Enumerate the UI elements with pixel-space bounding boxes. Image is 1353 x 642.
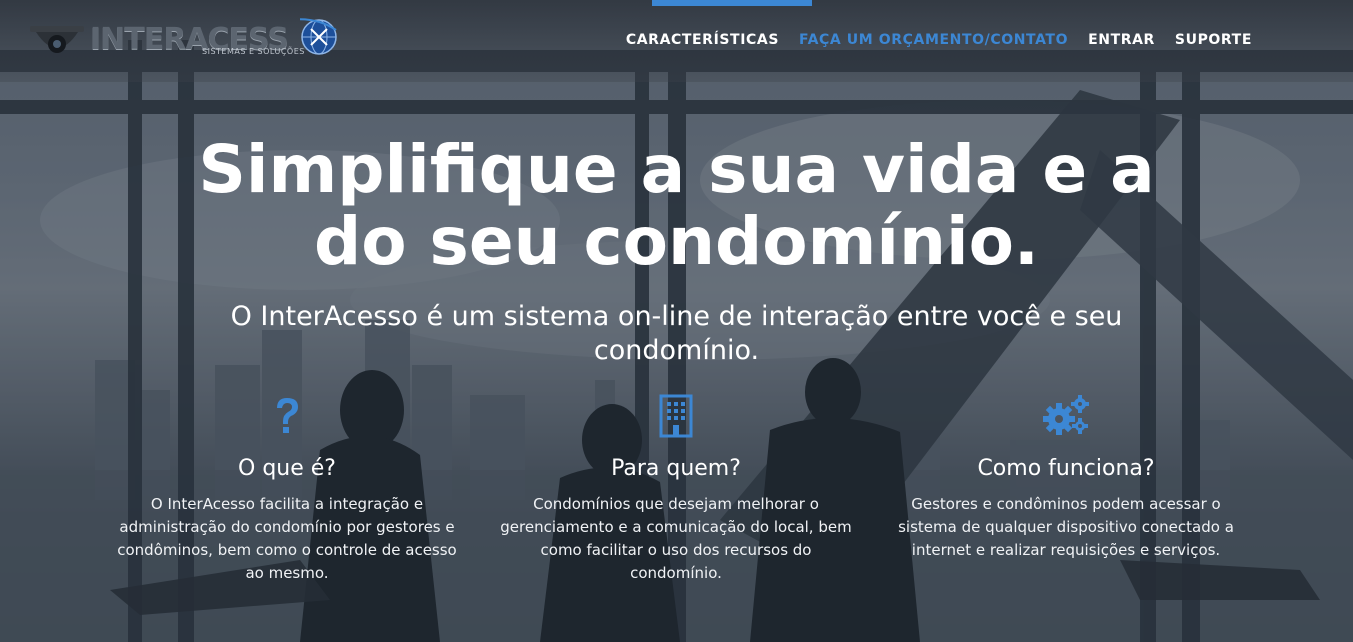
nav-item-entrar[interactable]: ENTRAR — [1088, 32, 1155, 48]
hero-subtitle: O InterAcesso é um sistema on-line de in… — [230, 301, 1123, 366]
feature-how-it-works: Como funciona? Gestores e condôminos pod… — [886, 392, 1246, 562]
feature-title: Como funciona? — [977, 456, 1155, 481]
feature-description: O InterAcesso facilita a integração e ad… — [117, 495, 457, 582]
feature-description: Condomínios que desejam melhorar o geren… — [500, 495, 852, 582]
feature-title: O que é? — [238, 456, 336, 481]
nav-item-orcamento-contato[interactable]: FAÇA UM ORÇAMENTO/CONTATO — [799, 32, 1068, 48]
hero-title-line-1: Simplifique a sua vida e a — [198, 131, 1155, 208]
active-nav-indicator — [652, 0, 812, 6]
feature-description: Gestores e condôminos podem acessar o si… — [898, 495, 1234, 559]
brand-tagline: SISTEMAS E SOLUÇÕES — [202, 47, 305, 56]
hero-title: Simplifique a sua vida e a do seu condom… — [0, 134, 1353, 278]
feature-for-whom: Para quem? Condomínios que desejam melho… — [496, 392, 856, 585]
question-icon — [107, 392, 467, 440]
gears-icon — [886, 392, 1246, 440]
brand-logo[interactable]: INTERACESS SISTEMAS E SOLUÇÕES — [28, 10, 338, 68]
feature-what-is: O que é? O InterAcesso facilita a integr… — [107, 392, 467, 585]
nav-item-suporte[interactable]: SUPORTE — [1175, 32, 1252, 48]
hero-title-line-2: do seu condomínio. — [313, 203, 1040, 280]
security-camera-icon — [28, 24, 86, 68]
globe-icon — [269, 18, 338, 60]
building-icon — [496, 392, 856, 440]
feature-title: Para quem? — [611, 456, 741, 481]
main-nav: CARACTERÍSTICAS FAÇA UM ORÇAMENTO/CONTAT… — [626, 32, 1252, 48]
nav-item-caracteristicas[interactable]: CARACTERÍSTICAS — [626, 32, 779, 48]
